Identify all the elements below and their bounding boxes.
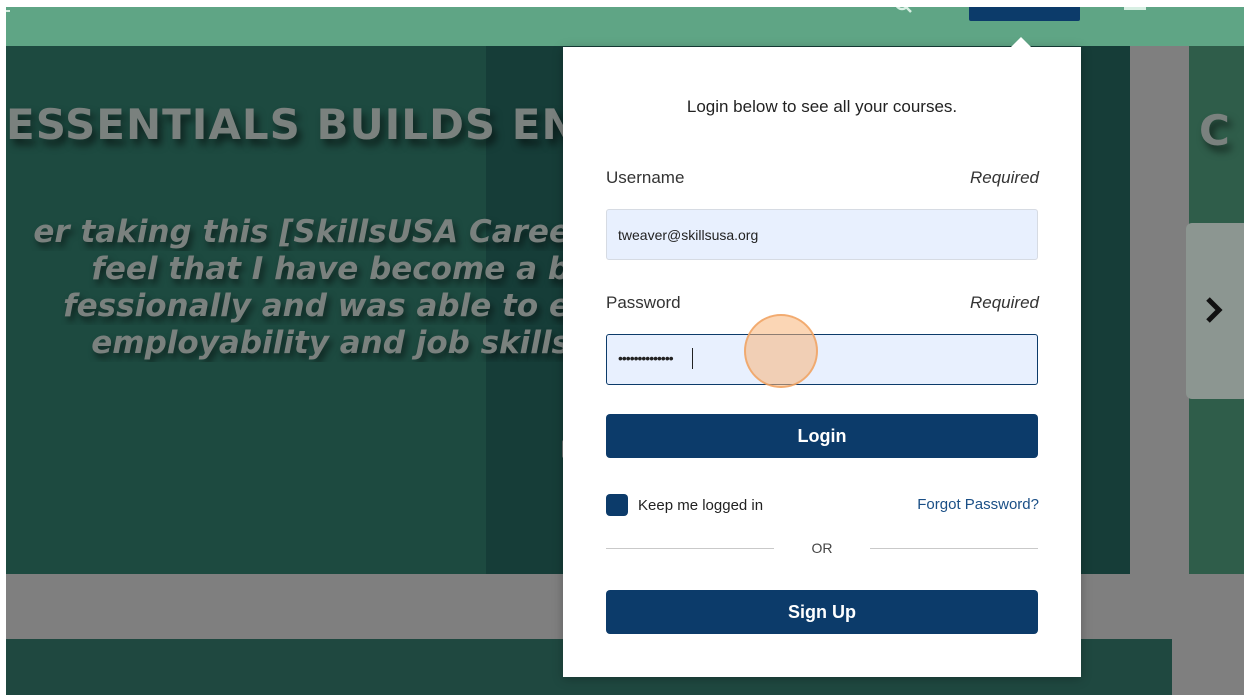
quote-line: employability and job skills [91, 325, 570, 361]
forgot-password-link[interactable]: Forgot Password? [917, 496, 1039, 513]
keep-logged-in[interactable]: Keep me logged in [606, 494, 763, 516]
site-header [6, 7, 1244, 46]
quote-line: feel that I have become a b [91, 251, 570, 287]
chevron-right-icon [1206, 297, 1223, 323]
quote-line: fessionally and was able to e [63, 288, 570, 324]
search-icon[interactable] [896, 7, 912, 15]
signup-button[interactable]: Sign Up [606, 590, 1038, 634]
password-mask: •••••••••••••• [618, 350, 674, 366]
username-required: Required [970, 168, 1039, 187]
click-indicator [744, 314, 818, 388]
quote-line: er taking this [SkillsUSA Caree [33, 214, 570, 250]
username-field[interactable] [606, 209, 1038, 260]
carousel-next-button[interactable] [1186, 223, 1244, 399]
text-cursor [692, 348, 693, 369]
menu-tick [6, 10, 10, 12]
login-intro-text: Login below to see all your courses. [686, 97, 958, 116]
password-label: Password [606, 293, 681, 312]
password-required: Required [970, 293, 1039, 312]
hero-title: ESSENTIALS BUILDS EN [6, 100, 578, 149]
username-label: Username [606, 168, 685, 187]
divider-right [870, 548, 1038, 549]
keep-logged-in-checkbox[interactable] [606, 494, 628, 516]
login-popover: Login below to see all your courses. Use… [563, 37, 1081, 677]
keep-logged-in-label: Keep me logged in [638, 496, 764, 514]
hero-quote: er taking this [SkillsUSA Caree feel tha… [6, 214, 570, 362]
login-button[interactable]: Login [606, 414, 1038, 458]
next-slide-title-peek: C [1199, 106, 1230, 155]
hamburger-icon[interactable] [1124, 7, 1146, 13]
popover-caret [1011, 37, 1031, 47]
header-login-button[interactable] [969, 7, 1080, 21]
